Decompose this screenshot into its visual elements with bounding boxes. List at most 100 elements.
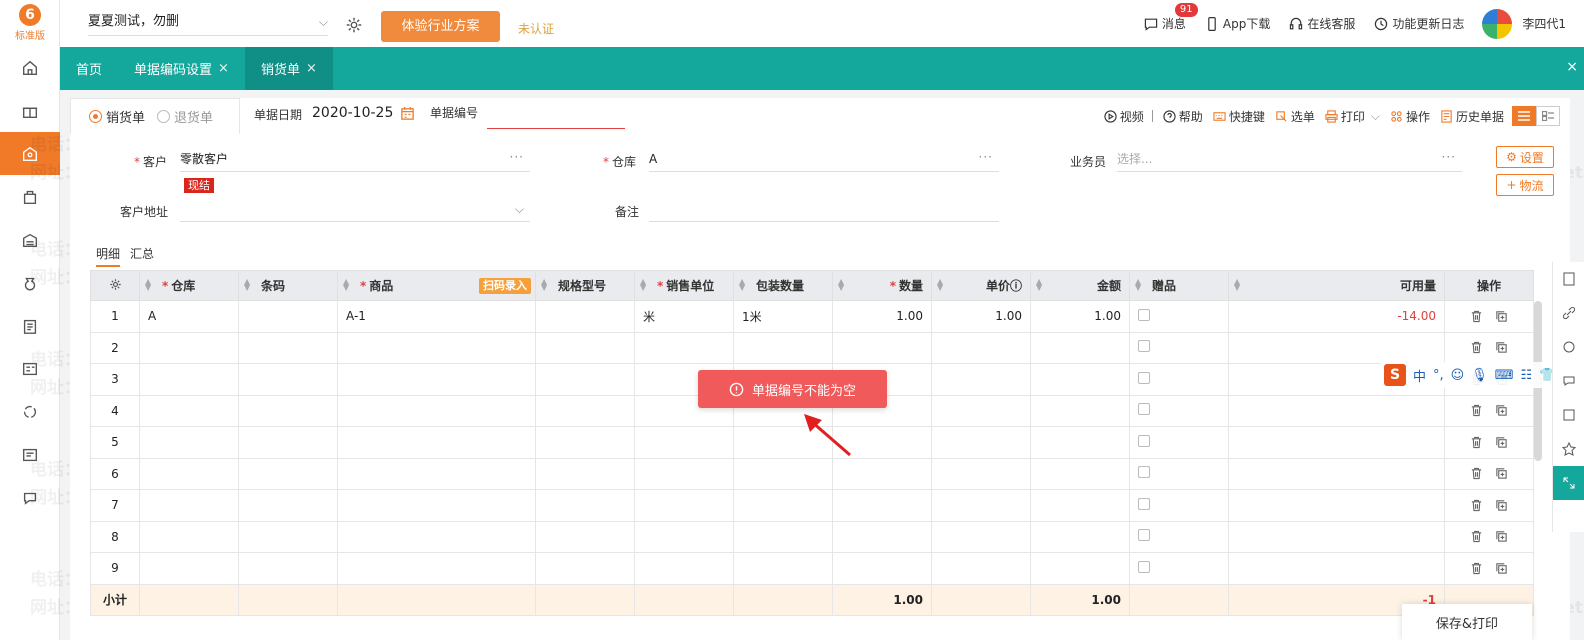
radio-sales[interactable]: 销货单 bbox=[89, 107, 145, 126]
app-logo[interactable]: 6 标准版 bbox=[0, 0, 60, 46]
col-warehouse[interactable]: ▲ ▼ * 仓库 bbox=[139, 270, 239, 301]
cell-amount[interactable] bbox=[1030, 552, 1130, 585]
delete-icon[interactable] bbox=[1470, 436, 1483, 449]
col-available[interactable]: ▲ ▼ 可用量 bbox=[1228, 270, 1445, 301]
more-icon[interactable]: ··· bbox=[979, 146, 993, 168]
doc-icon[interactable] bbox=[1553, 262, 1584, 296]
cell-amount[interactable] bbox=[1030, 457, 1130, 490]
star-icon[interactable] bbox=[1553, 432, 1584, 466]
operate-button[interactable]: 操作 bbox=[1390, 108, 1430, 125]
company-selector[interactable]: 夏夏测试，勿删 ⌵ bbox=[88, 8, 328, 36]
cell-qty[interactable] bbox=[832, 520, 932, 553]
cell-qty[interactable] bbox=[832, 457, 932, 490]
table-row[interactable]: 6 bbox=[90, 457, 1534, 490]
cell-qty[interactable] bbox=[832, 552, 932, 585]
messages-button[interactable]: 消息 91 bbox=[1143, 3, 1198, 32]
gift-checkbox[interactable] bbox=[1138, 529, 1150, 542]
copy-icon[interactable] bbox=[1495, 562, 1508, 575]
cell-price[interactable] bbox=[931, 457, 1031, 490]
gift-checkbox[interactable] bbox=[1138, 371, 1150, 384]
delete-icon[interactable] bbox=[1470, 467, 1483, 480]
cell-product[interactable] bbox=[337, 552, 536, 585]
cell-spec[interactable] bbox=[535, 331, 635, 364]
date-field[interactable]: 2020-10-25 bbox=[312, 105, 393, 121]
cell-warehouse[interactable] bbox=[139, 520, 239, 553]
mic-icon[interactable]: 🎙 bbox=[1471, 368, 1488, 383]
sogou-logo[interactable]: S bbox=[1384, 364, 1406, 386]
gear-icon[interactable] bbox=[345, 16, 363, 34]
chat-icon[interactable] bbox=[1553, 330, 1584, 364]
shortcut-button[interactable]: 快捷键 bbox=[1213, 108, 1265, 125]
video-button[interactable]: 视频 bbox=[1104, 108, 1153, 125]
ime-punct[interactable]: °, bbox=[1433, 368, 1444, 383]
sidebar-item-warehouse[interactable] bbox=[0, 218, 60, 261]
gift-checkbox[interactable] bbox=[1138, 560, 1150, 573]
copy-icon[interactable] bbox=[1495, 467, 1508, 480]
scan-entry-button[interactable]: 扫码录入 bbox=[479, 278, 531, 294]
uncertified-link[interactable]: 未认证 bbox=[518, 20, 554, 37]
cell-spec[interactable] bbox=[535, 300, 635, 333]
cell-unit[interactable]: 米 bbox=[634, 300, 734, 333]
cell-warehouse[interactable] bbox=[139, 426, 239, 459]
cell-product[interactable] bbox=[337, 331, 536, 364]
cell-price[interactable] bbox=[931, 552, 1031, 585]
logistics-button[interactable]: + 物流 bbox=[1496, 174, 1554, 196]
gift-checkbox[interactable] bbox=[1138, 403, 1150, 416]
col-gift[interactable]: ▲ ▼ 赠品 bbox=[1129, 270, 1229, 301]
help-icon[interactable]: ⓘ bbox=[1010, 279, 1022, 293]
cell-spec[interactable] bbox=[535, 489, 635, 522]
image-icon[interactable] bbox=[1553, 398, 1584, 432]
customer-field[interactable]: 零散客户 ··· bbox=[180, 148, 530, 172]
online-service-button[interactable]: 在线客服 bbox=[1288, 15, 1355, 32]
cell-product[interactable] bbox=[337, 489, 536, 522]
cell-product[interactable] bbox=[337, 457, 536, 490]
sort-icon[interactable]: ▲ ▼ bbox=[640, 278, 646, 292]
help-button[interactable]: 帮助 bbox=[1163, 108, 1203, 125]
cell-warehouse[interactable] bbox=[139, 457, 239, 490]
cell-pack-qty[interactable] bbox=[733, 520, 833, 553]
cell-price[interactable] bbox=[931, 331, 1031, 364]
cell-price[interactable] bbox=[931, 363, 1031, 396]
print-button[interactable]: 打印 ⌵ bbox=[1325, 108, 1380, 125]
cell-amount[interactable] bbox=[1030, 489, 1130, 522]
cell-price[interactable] bbox=[931, 489, 1031, 522]
close-all-icon[interactable]: × bbox=[1566, 59, 1578, 75]
tab-summary[interactable]: 汇总 bbox=[130, 245, 154, 267]
cell-spec[interactable] bbox=[535, 394, 635, 427]
delete-icon[interactable] bbox=[1470, 499, 1483, 512]
delete-icon[interactable] bbox=[1470, 562, 1483, 575]
copy-icon[interactable] bbox=[1495, 310, 1508, 323]
cell-price[interactable] bbox=[931, 520, 1031, 553]
cell-amount[interactable] bbox=[1030, 394, 1130, 427]
address-field[interactable]: ⌵ bbox=[180, 198, 530, 222]
calendar-icon[interactable] bbox=[400, 106, 415, 121]
sort-icon[interactable]: ▲ ▼ bbox=[343, 278, 349, 292]
gift-checkbox[interactable] bbox=[1138, 340, 1150, 353]
cell-warehouse[interactable] bbox=[139, 363, 239, 396]
cell-product[interactable] bbox=[337, 520, 536, 553]
cell-product[interactable] bbox=[337, 394, 536, 427]
tab-sales-bill[interactable]: 销货单 × bbox=[244, 47, 333, 90]
close-icon[interactable]: × bbox=[306, 61, 317, 76]
app-download-button[interactable]: App下载 bbox=[1204, 15, 1270, 32]
cell-qty[interactable]: 1.00 bbox=[832, 300, 932, 333]
keyboard-icon[interactable]: ⌨ bbox=[1495, 368, 1514, 383]
user-avatar[interactable] bbox=[1482, 8, 1513, 39]
cell-price[interactable] bbox=[931, 426, 1031, 459]
cell-barcode[interactable] bbox=[238, 363, 338, 396]
warehouse-field[interactable]: A ··· bbox=[649, 148, 999, 172]
sort-icon[interactable]: ▲ ▼ bbox=[838, 278, 844, 292]
cell-pack-qty[interactable]: 1米 bbox=[733, 300, 833, 333]
tab-bill-code-settings[interactable]: 单据编码设置 × bbox=[118, 47, 245, 90]
cell-product[interactable] bbox=[337, 426, 536, 459]
cell-spec[interactable] bbox=[535, 520, 635, 553]
cell-warehouse[interactable] bbox=[139, 489, 239, 522]
cell-barcode[interactable] bbox=[238, 331, 338, 364]
cell-pack-qty[interactable] bbox=[733, 457, 833, 490]
user-name[interactable]: 李四代1 bbox=[1522, 15, 1566, 32]
cell-spec[interactable] bbox=[535, 552, 635, 585]
cell-warehouse[interactable] bbox=[139, 552, 239, 585]
delete-icon[interactable] bbox=[1470, 341, 1483, 354]
more-icon[interactable]: ··· bbox=[1442, 146, 1456, 168]
table-row[interactable]: 9 bbox=[90, 552, 1534, 585]
